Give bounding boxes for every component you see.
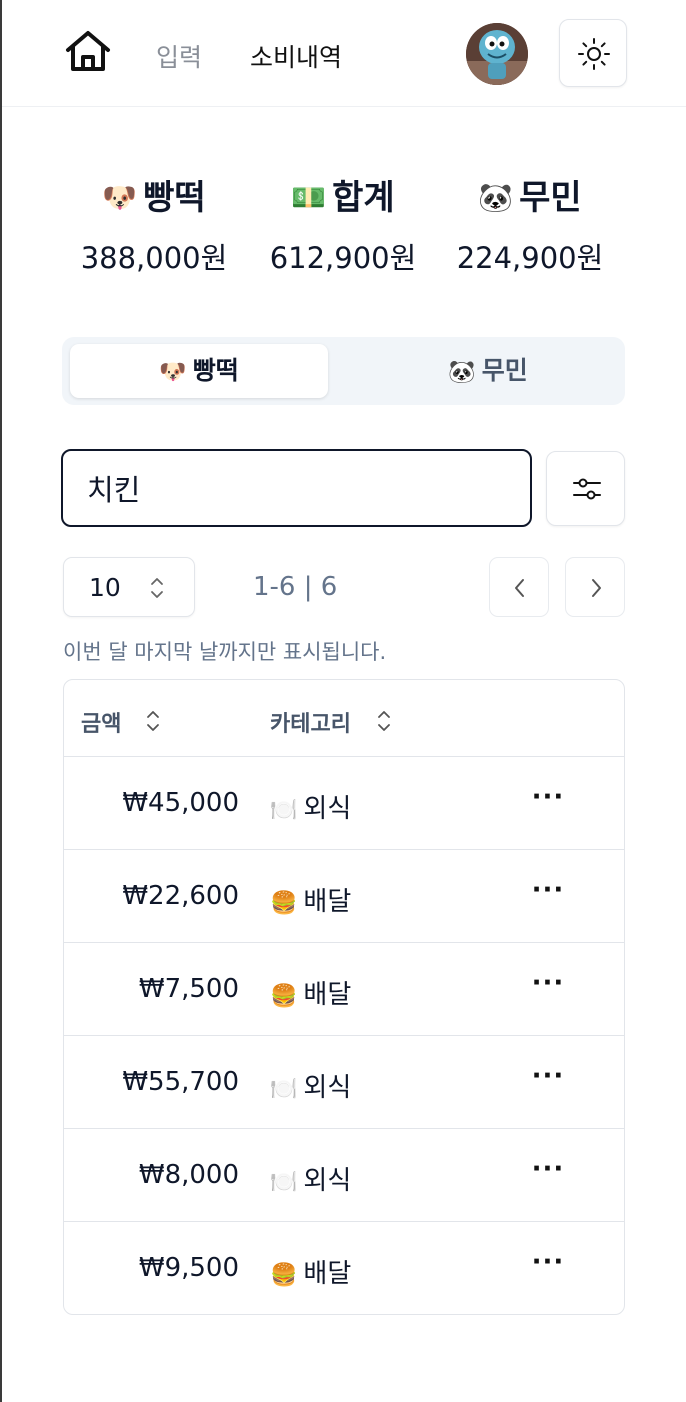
category-label: 배달 [303, 1259, 352, 1289]
amount-cell: ₩7,500 [138, 974, 239, 1004]
summary-amount: 224,900원 [456, 241, 604, 275]
info-note: 이번 달 마지막 날까지만 표시됩니다. [63, 640, 387, 664]
table-row: ₩8,000 🍽️ 외식 ··· [64, 1129, 624, 1222]
dining-icon: 🍽️ [270, 798, 298, 823]
column-label: 카테고리 [270, 712, 351, 737]
category-label: 외식 [303, 1166, 352, 1196]
category-label: 외식 [303, 794, 352, 824]
category-label: 배달 [303, 980, 352, 1010]
dining-icon: 🍽️ [270, 1077, 298, 1102]
chevron-up-down-icon [151, 578, 163, 598]
prev-page-button[interactable] [489, 557, 549, 617]
panda-icon: 🐼 [478, 181, 514, 214]
summary-title: 🐼 무민 [440, 175, 620, 221]
search-box [61, 449, 532, 527]
summary-mumin: 🐼 무민 224,900원 [440, 175, 620, 277]
summary-name: 합계 [332, 178, 395, 218]
row-actions-button[interactable]: ··· [526, 872, 570, 916]
summary-amount: 612,900원 [269, 241, 417, 275]
row-actions-button[interactable]: ··· [526, 1244, 570, 1288]
burger-icon: 🍔 [270, 891, 298, 916]
amount-cell: ₩45,000 [122, 788, 239, 818]
sort-icon [378, 711, 390, 731]
tab-label: 무민 [481, 356, 528, 385]
summary-name: 무민 [519, 178, 582, 218]
money-icon: 💵 [291, 181, 327, 214]
theme-toggle-button[interactable] [559, 19, 627, 87]
dog-icon: 🐶 [159, 360, 187, 385]
category-cell: 🍽️ 외식 [270, 1160, 351, 1197]
table-row: ₩7,500 🍔 배달 ··· [64, 943, 624, 1036]
category-cell: 🍽️ 외식 [270, 788, 351, 825]
category-cell: 🍽️ 외식 [270, 1067, 351, 1104]
top-nav: 입력 소비내역 [2, 0, 686, 107]
column-header-amount[interactable]: 금액 [81, 706, 159, 738]
table-row: ₩55,700 🍽️ 외식 ··· [64, 1036, 624, 1129]
sliders-icon [573, 478, 601, 500]
amount-cell: ₩22,600 [122, 881, 239, 911]
row-actions-button[interactable]: ··· [526, 779, 570, 823]
expense-table: 금액 카테고리 ₩45,000 🍽️ 외식 ··· ₩22,600 🍔 배달 ···… [63, 679, 625, 1315]
amount-cell: ₩8,000 [138, 1160, 239, 1190]
amount-cell: ₩55,700 [122, 1067, 239, 1097]
tab-ppangtteok[interactable]: 🐶 빵떡 [70, 344, 328, 398]
window-edge [0, 0, 2, 1402]
person-tabs: 🐶 빵떡 🐼 무민 [62, 337, 625, 405]
summary-panel: 🐶 빵떡 388,000원 💵 합계 612,900원 🐼 무민 224,900원 [62, 175, 625, 275]
column-header-category[interactable]: 카테고리 [270, 706, 390, 738]
search-input[interactable] [87, 467, 507, 509]
table-row: ₩22,600 🍔 배달 ··· [64, 850, 624, 943]
column-label: 금액 [81, 712, 122, 737]
avatar[interactable] [466, 23, 528, 85]
category-cell: 🍔 배달 [270, 974, 351, 1011]
summary-title: 🐶 빵떡 [64, 175, 244, 221]
burger-icon: 🍔 [270, 984, 298, 1009]
next-page-button[interactable] [565, 557, 625, 617]
sun-icon [578, 38, 610, 70]
summary-name: 빵떡 [143, 178, 206, 218]
home-icon [66, 31, 110, 71]
table-row: ₩45,000 🍽️ 외식 ··· [64, 757, 624, 850]
chevron-right-icon [592, 579, 601, 597]
row-actions-button[interactable]: ··· [526, 1058, 570, 1102]
nav-link-history[interactable]: 소비내역 [250, 38, 342, 74]
row-actions-button[interactable]: ··· [526, 965, 570, 1009]
category-label: 배달 [303, 887, 352, 917]
table-header: 금액 카테고리 [64, 680, 624, 757]
category-label: 외식 [303, 1073, 352, 1103]
summary-ppangtteok: 🐶 빵떡 388,000원 [64, 175, 244, 277]
summary-title: 💵 합계 [253, 175, 433, 221]
page-size-value: 10 [89, 573, 121, 602]
page-range: 1-6 | 6 [253, 572, 338, 602]
category-cell: 🍔 배달 [270, 1253, 351, 1290]
tab-mumin[interactable]: 🐼 무민 [359, 344, 617, 398]
burger-icon: 🍔 [270, 1263, 298, 1288]
panda-icon: 🐼 [448, 360, 476, 385]
nav-link-input[interactable]: 입력 [156, 38, 202, 74]
table-row: ₩9,500 🍔 배달 ··· [64, 1222, 624, 1314]
tab-label: 빵떡 [192, 356, 239, 385]
home-link[interactable] [64, 30, 112, 72]
row-actions-button[interactable]: ··· [526, 1151, 570, 1195]
dining-icon: 🍽️ [270, 1170, 298, 1195]
summary-total: 💵 합계 612,900원 [253, 175, 433, 277]
filter-button[interactable] [546, 451, 625, 526]
amount-cell: ₩9,500 [138, 1253, 239, 1283]
chevron-left-icon [515, 579, 524, 597]
sort-icon [147, 711, 159, 731]
summary-amount: 388,000원 [80, 241, 228, 275]
page-size-select[interactable]: 10 [63, 557, 195, 617]
dog-icon: 🐶 [102, 181, 138, 214]
avatar-image [466, 23, 528, 85]
category-cell: 🍔 배달 [270, 881, 351, 918]
